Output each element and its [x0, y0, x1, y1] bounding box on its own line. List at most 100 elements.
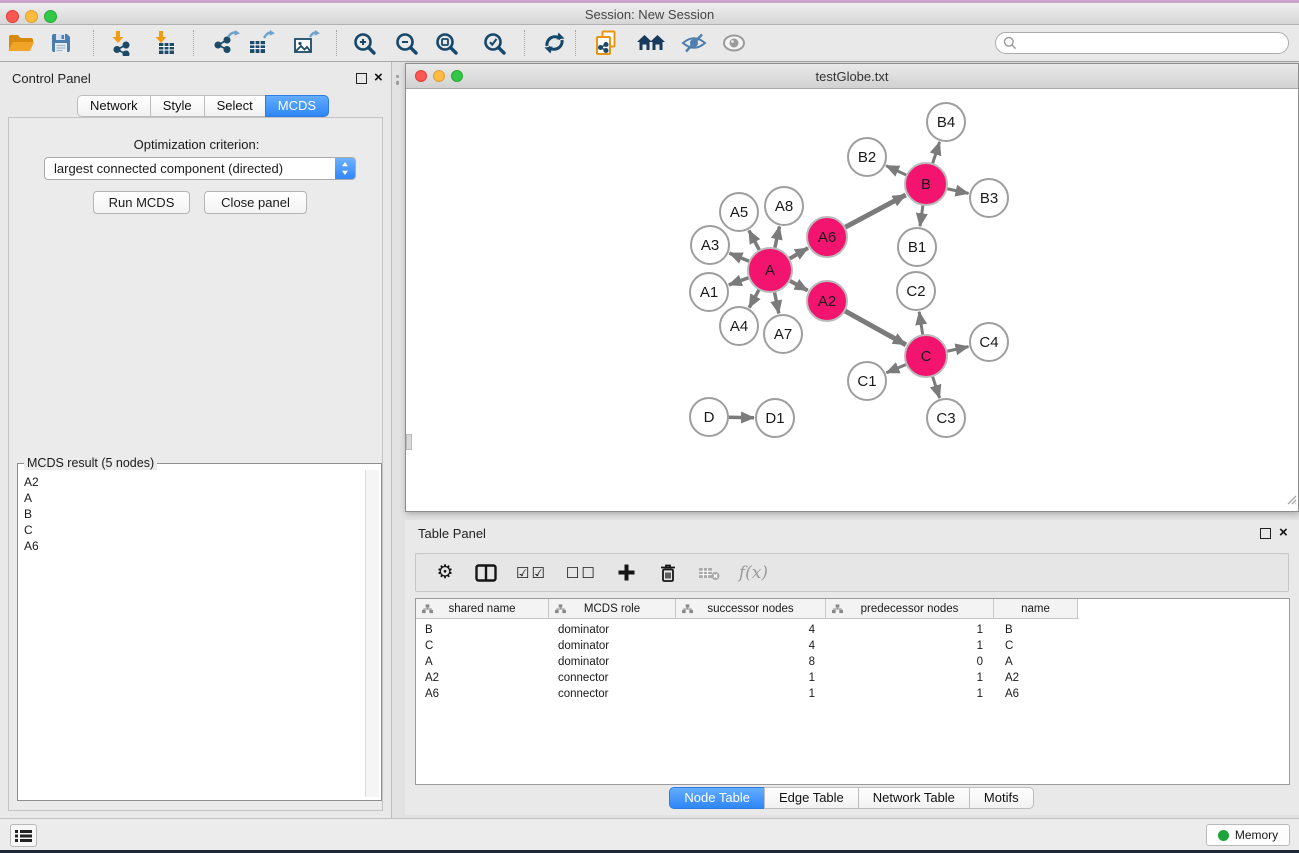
graph-edge-B-B2[interactable]: [886, 166, 907, 176]
result-scrollbar[interactable]: [365, 470, 379, 797]
zoom-in-button[interactable]: [346, 27, 382, 59]
hide-graphics-details-button[interactable]: [676, 27, 712, 59]
graph-node-A6[interactable]: A6: [807, 217, 847, 257]
graph-node-A5[interactable]: A5: [720, 193, 758, 231]
graph-node-A[interactable]: A: [748, 248, 792, 292]
graph-edge-C-C2[interactable]: [919, 312, 923, 335]
graph-node-A1[interactable]: A1: [690, 273, 728, 311]
graph-node-C4[interactable]: C4: [970, 323, 1008, 361]
graph-node-B[interactable]: B: [905, 163, 947, 205]
column-header[interactable]: MCDS role: [549, 599, 676, 618]
export-network-button[interactable]: [208, 27, 244, 59]
deselect-all-columns-icon[interactable]: ☐☐: [566, 564, 597, 582]
run-mcds-button[interactable]: Run MCDS: [93, 191, 190, 214]
result-item[interactable]: B: [20, 506, 361, 522]
graph-node-A3[interactable]: A3: [691, 226, 729, 264]
graph-node-C3[interactable]: C3: [927, 399, 965, 437]
column-header[interactable]: shared name: [416, 599, 549, 618]
graph-edge-C-C3[interactable]: [932, 376, 939, 398]
graph-edge-B-B4[interactable]: [932, 142, 939, 164]
table-row[interactable]: Bdominator41B: [416, 622, 1289, 638]
graph-edge-A-A2[interactable]: [789, 281, 807, 291]
graph-edge-C-C4[interactable]: [947, 347, 969, 352]
import-network-button[interactable]: [103, 27, 139, 59]
export-table-button[interactable]: [243, 27, 279, 59]
graph-edge-A-A3[interactable]: [729, 253, 749, 261]
select-all-columns-icon[interactable]: ☑☑: [516, 564, 547, 582]
home-layout-button[interactable]: [633, 27, 669, 59]
close-table-panel-icon[interactable]: ×: [1279, 526, 1288, 540]
save-session-button[interactable]: [43, 27, 79, 59]
table-row[interactable]: Adominator80A: [416, 654, 1289, 670]
result-item[interactable]: A6: [20, 538, 361, 554]
split-view-icon[interactable]: [475, 564, 497, 582]
view-splitter-thumb[interactable]: [406, 434, 412, 450]
graph-edge-A-A7[interactable]: [774, 292, 778, 314]
graph-node-C[interactable]: C: [905, 335, 947, 377]
column-header[interactable]: predecessor nodes: [826, 599, 994, 618]
tab-mcds[interactable]: MCDS: [265, 95, 329, 117]
result-item[interactable]: A2: [20, 474, 361, 490]
show-graphics-details-button[interactable]: [716, 27, 752, 59]
settings-gear-icon[interactable]: ⚙: [434, 563, 456, 582]
zoom-out-button[interactable]: [388, 27, 424, 59]
column-header[interactable]: name: [994, 599, 1078, 618]
column-header[interactable]: successor nodes: [676, 599, 826, 618]
graph-node-D1[interactable]: D1: [756, 399, 794, 437]
graph-node-D[interactable]: D: [690, 398, 728, 436]
tab-network-table[interactable]: Network Table: [858, 787, 970, 809]
graph-node-B2[interactable]: B2: [848, 138, 886, 176]
graph-node-A8[interactable]: A8: [765, 187, 803, 225]
tab-style[interactable]: Style: [150, 95, 205, 117]
search-input[interactable]: [1017, 34, 1288, 52]
open-session-button[interactable]: [3, 27, 39, 59]
float-table-panel-icon[interactable]: [1260, 528, 1271, 539]
graph-node-A7[interactable]: A7: [764, 315, 802, 353]
refresh-view-button[interactable]: [536, 27, 572, 59]
tab-network[interactable]: Network: [77, 95, 151, 117]
table-row[interactable]: A2connector11A2: [416, 670, 1289, 686]
tab-motifs[interactable]: Motifs: [969, 787, 1034, 809]
tab-edge-table[interactable]: Edge Table: [764, 787, 859, 809]
graph-edge-A-A6[interactable]: [789, 248, 808, 259]
window-resize-grip[interactable]: [1285, 492, 1297, 510]
graph-edge-A-A8[interactable]: [775, 227, 780, 249]
graph-edge-A6-B[interactable]: [845, 195, 906, 228]
close-panel-icon[interactable]: ×: [374, 71, 383, 85]
graph-edge-B-B1[interactable]: [920, 205, 923, 226]
zoom-selected-button[interactable]: [476, 27, 512, 59]
import-table-button[interactable]: [146, 27, 182, 59]
task-history-button[interactable]: [10, 824, 37, 847]
result-item[interactable]: C: [20, 522, 361, 538]
graph-node-B3[interactable]: B3: [970, 179, 1008, 217]
graph-edge-C-C1[interactable]: [886, 364, 906, 373]
add-column-icon[interactable]: [616, 563, 638, 582]
network-window-titlebar[interactable]: testGlobe.txt: [406, 64, 1298, 89]
graph-node-A4[interactable]: A4: [720, 307, 758, 345]
graph-node-B1[interactable]: B1: [898, 228, 936, 266]
panel-splitter[interactable]: [396, 75, 399, 89]
graph-node-C1[interactable]: C1: [848, 362, 886, 400]
graph-edge-A-A1[interactable]: [729, 278, 750, 285]
export-image-button[interactable]: [288, 27, 324, 59]
graph-node-B4[interactable]: B4: [927, 103, 965, 141]
network-graph[interactable]: B4 B2 B B3 A5A8A6 A3 A B1 A1 C2 A2 A4A7 C C4 C1 C3 D D1: [406, 89, 1298, 511]
tab-node-table[interactable]: Node Table: [669, 787, 765, 809]
optimization-criterion-select[interactable]: largest connected component (directed): [44, 157, 356, 180]
graph-edge-A-A5[interactable]: [749, 231, 760, 251]
graph-node-C2[interactable]: C2: [897, 272, 935, 310]
tab-select[interactable]: Select: [204, 95, 266, 117]
memory-button[interactable]: Memory: [1206, 824, 1290, 846]
table-row[interactable]: A6connector11A6: [416, 686, 1289, 702]
delete-column-icon[interactable]: [657, 563, 679, 583]
graph-edge-A-A4[interactable]: [749, 289, 759, 307]
table-row[interactable]: Cdominator41C: [416, 638, 1289, 654]
graph-node-A2[interactable]: A2: [807, 281, 847, 321]
search-box[interactable]: [995, 32, 1289, 54]
graph-edge-B-B3[interactable]: [947, 189, 969, 194]
duplicate-network-button[interactable]: [588, 27, 624, 59]
result-item[interactable]: A: [20, 490, 361, 506]
close-panel-button[interactable]: Close panel: [204, 191, 307, 214]
graph-edge-A2-C[interactable]: [845, 311, 906, 345]
float-panel-icon[interactable]: [356, 73, 367, 84]
